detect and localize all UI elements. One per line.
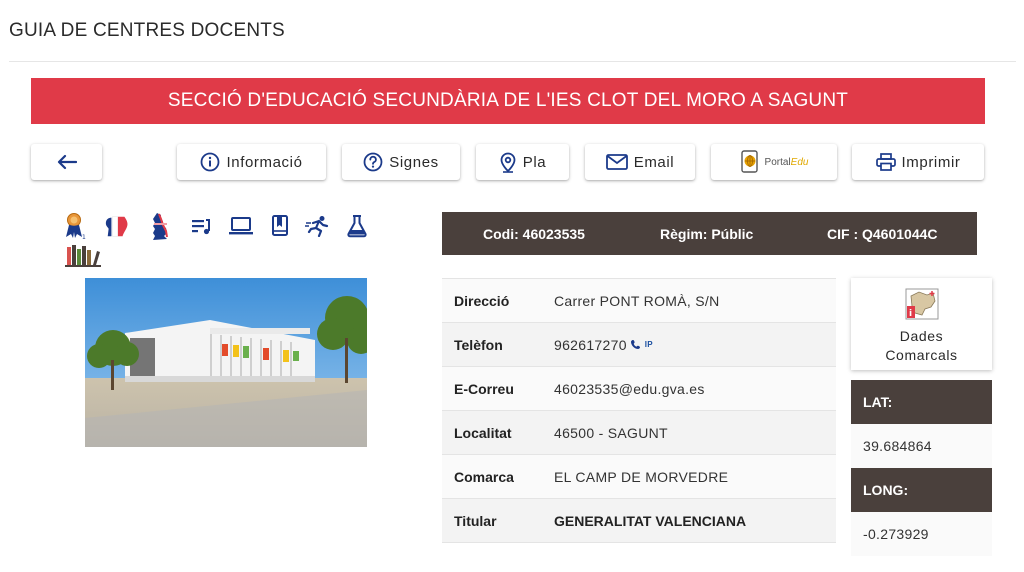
portaledu-label: PortalEdu bbox=[764, 156, 809, 168]
detail-value-wrap: 962617270 IP bbox=[554, 337, 653, 353]
regim-text: Règim: Públic bbox=[660, 225, 754, 242]
detail-value: Carrer PONT ROMÀ, S/N bbox=[554, 292, 720, 309]
signes-label: Signes bbox=[389, 153, 439, 171]
ip-badge: IP bbox=[644, 340, 653, 349]
email-address[interactable]: 46023535@edu.gva.es bbox=[554, 381, 705, 397]
detail-row-comarca: Comarca EL CAMP DE MORVEDRE bbox=[442, 455, 836, 499]
email-label: Email bbox=[633, 153, 675, 171]
detail-label: Titular bbox=[454, 512, 497, 529]
award-icon[interactable]: 1 bbox=[62, 213, 88, 240]
long-value: -0.273929 bbox=[851, 512, 992, 556]
sports-icon[interactable] bbox=[305, 213, 331, 239]
detail-row-ecorreu: E-Correu 46023535@edu.gva.es bbox=[442, 367, 836, 411]
title-divider bbox=[9, 61, 1016, 62]
pla-label: Pla bbox=[522, 153, 547, 171]
details-table: Direcció Carrer PONT ROMÀ, S/N Telèfon 9… bbox=[442, 278, 836, 543]
back-button[interactable] bbox=[31, 144, 102, 180]
detail-row-direccio: Direcció Carrer PONT ROMÀ, S/N bbox=[442, 279, 836, 323]
svg-text:1: 1 bbox=[82, 234, 86, 240]
informacio-button[interactable]: Informació bbox=[177, 144, 326, 180]
portaledu-logo bbox=[740, 150, 762, 174]
laptop-icon[interactable] bbox=[228, 213, 254, 239]
detail-label: Telèfon bbox=[454, 336, 503, 353]
cif-text: CIF : Q4601044C bbox=[827, 225, 938, 242]
school-name: SECCIÓ D'EDUCACIÓ SECUNDÀRIA DE L'IES CL… bbox=[167, 90, 849, 111]
school-name-banner: SECCIÓ D'EDUCACIÓ SECUNDÀRIA DE L'IES CL… bbox=[31, 78, 985, 124]
detail-label: Localitat bbox=[454, 424, 512, 441]
question-circle-icon bbox=[363, 152, 383, 172]
comarca-map-icon: i bbox=[905, 288, 939, 325]
page-title: GUIA DE CENTRES DOCENTS bbox=[9, 20, 285, 41]
info-circle-icon bbox=[200, 152, 220, 172]
ip-phone-icon[interactable] bbox=[630, 337, 641, 353]
lat-value: 39.684864 bbox=[851, 424, 992, 468]
flask-icon[interactable] bbox=[344, 213, 370, 239]
pla-button[interactable]: Pla bbox=[476, 144, 569, 180]
email-button[interactable]: Email bbox=[585, 144, 695, 180]
detail-row-titular: Titular GENERALITAT VALENCIANA bbox=[442, 499, 836, 543]
detail-label: E-Correu bbox=[454, 380, 514, 397]
school-photo bbox=[85, 278, 367, 447]
printer-icon bbox=[875, 153, 896, 171]
detail-value: GENERALITAT VALENCIANA bbox=[554, 512, 747, 529]
dades-comarcals-button[interactable]: i Dades Comarcals bbox=[851, 278, 992, 370]
school-code-bar: Codi: 46023535 Règim: Públic CIF : Q4601… bbox=[442, 212, 977, 255]
detail-row-telefon: Telèfon 962617270 IP bbox=[442, 323, 836, 367]
informacio-label: Informació bbox=[226, 153, 303, 171]
english-flag-icon[interactable] bbox=[149, 213, 175, 240]
envelope-icon bbox=[605, 154, 628, 170]
long-header: LONG: bbox=[851, 468, 992, 512]
detail-label: Comarca bbox=[454, 468, 514, 485]
music-icon[interactable] bbox=[188, 213, 214, 239]
french-flag-icon[interactable] bbox=[104, 213, 130, 239]
arrow-left-icon bbox=[57, 154, 77, 170]
signes-button[interactable]: Signes bbox=[342, 144, 460, 180]
library-books-icon[interactable] bbox=[65, 243, 103, 269]
lat-header: LAT: bbox=[851, 380, 992, 424]
detail-row-localitat: Localitat 46500 - SAGUNT bbox=[442, 411, 836, 455]
imprimir-label: Imprimir bbox=[901, 153, 961, 171]
portaledu-button[interactable]: PortalEdu bbox=[711, 144, 837, 180]
detail-value: EL CAMP DE MORVEDRE bbox=[554, 468, 729, 485]
svg-text:i: i bbox=[909, 309, 912, 319]
codi-text: Codi: 46023535 bbox=[483, 225, 585, 242]
detail-label: Direcció bbox=[454, 292, 510, 309]
map-pin-icon bbox=[499, 151, 517, 173]
detail-value: 46500 - SAGUNT bbox=[554, 424, 668, 441]
dades-comarcals-label: Dades Comarcals bbox=[885, 328, 958, 363]
book-icon[interactable] bbox=[267, 213, 293, 239]
imprimir-button[interactable]: Imprimir bbox=[852, 144, 984, 180]
phone-number[interactable]: 962617270 bbox=[554, 337, 627, 353]
